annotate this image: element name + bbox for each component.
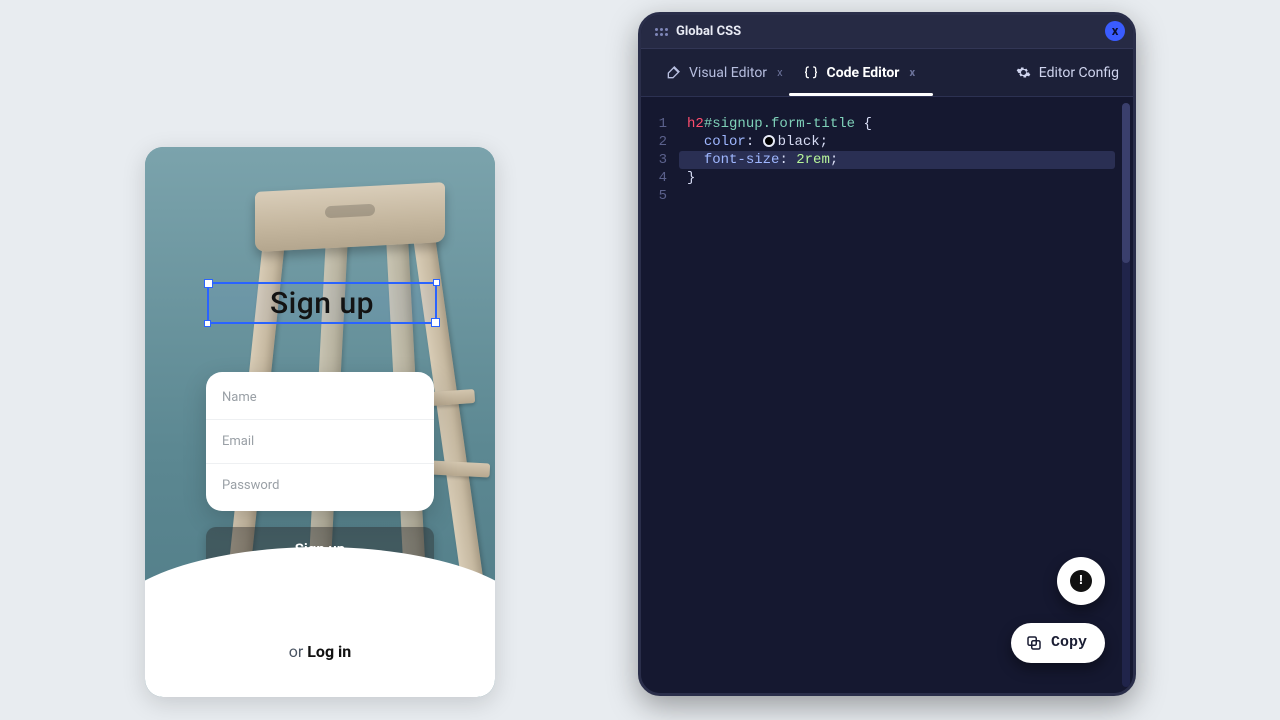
login-link[interactable]: Log in <box>307 642 351 661</box>
exclamation-icon: ! <box>1070 570 1092 592</box>
editor-config-button[interactable]: Editor Config <box>1016 65 1119 81</box>
footer-text: or Log in <box>145 642 495 661</box>
preview-footer: or Log in <box>145 587 495 697</box>
editor-tabs: Visual Editor x Code Editor x Editor Con… <box>641 49 1133 97</box>
panel-title-text: Global CSS <box>676 24 741 39</box>
tab-code-label: Code Editor <box>827 65 900 81</box>
code-content[interactable]: h2#signup.form-title { color: black; fon… <box>687 115 1115 205</box>
email-field[interactable]: Email <box>206 420 434 464</box>
copy-icon <box>1025 634 1043 652</box>
code-line-5[interactable] <box>687 187 1115 205</box>
tab-close-code[interactable]: x <box>909 66 915 79</box>
panel-titlebar[interactable]: Global CSS x <box>641 15 1133 49</box>
tab-visual-label: Visual Editor <box>689 65 767 81</box>
name-field[interactable]: Name <box>206 376 434 420</box>
copy-label: Copy <box>1051 634 1087 652</box>
braces-icon <box>803 65 819 81</box>
code-line-1[interactable]: h2#signup.form-title { <box>687 115 1115 133</box>
scrollbar-track[interactable] <box>1122 103 1130 687</box>
line-number-gutter: 1 2 3 4 5 <box>641 115 675 205</box>
css-editor-panel: Global CSS x Visual Editor x Code Editor… <box>638 12 1136 696</box>
panel-close-button[interactable]: x <box>1105 21 1125 41</box>
drag-handle-icon[interactable] <box>655 28 668 36</box>
code-line-2[interactable]: color: black; <box>687 133 1115 151</box>
signup-form-card: Name Email Password <box>206 372 434 511</box>
tab-visual-editor[interactable]: Visual Editor x <box>655 49 793 96</box>
signup-heading[interactable]: Sign up <box>270 286 374 321</box>
mobile-preview: Sign up Name Email Password Sign up or L… <box>145 147 495 697</box>
tab-code-editor[interactable]: Code Editor x <box>793 49 926 96</box>
code-editor-area[interactable]: 1 2 3 4 5 h2#signup.form-title { color: … <box>641 97 1133 693</box>
footer-prefix: or <box>289 642 308 661</box>
color-swatch-icon[interactable] <box>763 135 775 147</box>
password-field[interactable]: Password <box>206 464 434 507</box>
code-line-4[interactable]: } <box>687 169 1115 187</box>
alert-fab[interactable]: ! <box>1057 557 1105 605</box>
copy-button[interactable]: Copy <box>1011 623 1105 663</box>
editor-config-label: Editor Config <box>1039 65 1119 81</box>
selected-element-outline[interactable]: Sign up <box>207 282 437 324</box>
scrollbar-thumb[interactable] <box>1122 103 1130 263</box>
gear-icon <box>1016 65 1031 80</box>
tab-close-visual[interactable]: x <box>777 66 782 79</box>
code-line-3[interactable]: font-size: 2rem; <box>679 151 1115 169</box>
brush-icon <box>665 65 681 81</box>
